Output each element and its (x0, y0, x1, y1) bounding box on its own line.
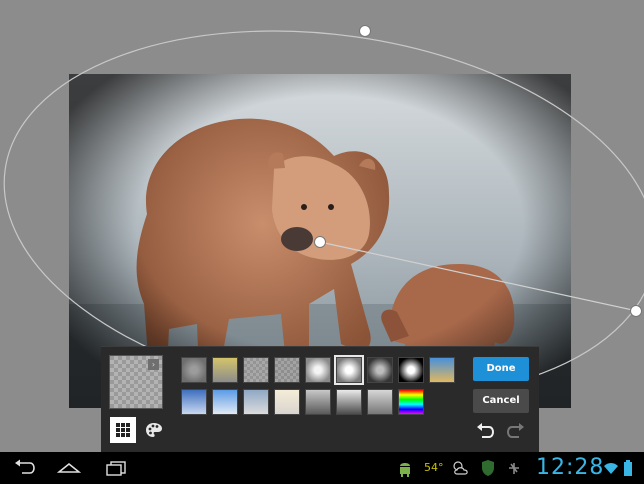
shield-icon (482, 460, 494, 476)
palette-icon (146, 423, 162, 437)
presets-tab[interactable] (110, 417, 136, 443)
cancel-button[interactable]: Cancel (473, 389, 529, 413)
back-icon[interactable] (12, 458, 36, 478)
preset-swatch-blue-fade[interactable] (181, 389, 207, 415)
clock: 12:28 (536, 455, 605, 480)
vignette-preview[interactable]: › (109, 355, 163, 409)
redo-icon[interactable] (506, 421, 526, 441)
wifi-icon (604, 463, 618, 474)
ellipse-right-handle[interactable] (630, 305, 642, 317)
preset-swatch-radial-white-selected[interactable] (334, 355, 364, 385)
preset-swatch-light-blue-fade[interactable] (212, 389, 238, 415)
preset-swatch-vignette-soft[interactable] (181, 357, 207, 383)
preset-swatch-radial-black[interactable] (398, 357, 424, 383)
vignette-editor-panel: › Done Cancel (101, 346, 539, 452)
center-handle[interactable] (314, 236, 326, 248)
preset-swatch-cream-fade[interactable] (274, 389, 300, 415)
preset-swatch-gray-dark-band[interactable] (336, 389, 362, 415)
android-icon (400, 463, 410, 477)
preset-swatch-checker-mid[interactable] (274, 357, 300, 383)
preset-swatch-radial-white-soft[interactable] (305, 357, 331, 383)
home-icon[interactable] (57, 458, 81, 478)
preset-swatch-sky-sand[interactable] (429, 357, 455, 383)
grid-icon (116, 423, 130, 437)
preset-swatch-gray-band[interactable] (305, 389, 331, 415)
battery-icon (624, 460, 632, 476)
system-bar: 54° 12:28 (0, 452, 644, 484)
preset-swatch-warm-gold[interactable] (212, 357, 238, 383)
undo-icon[interactable] (475, 421, 495, 441)
ellipse-top-handle[interactable] (359, 25, 371, 37)
preset-swatch-radial-dark[interactable] (367, 357, 393, 383)
preset-swatch-gray-soft-band[interactable] (367, 389, 393, 415)
color-tab[interactable] (141, 417, 167, 443)
recent-apps-icon[interactable] (104, 458, 128, 478)
temperature-readout: 54° (424, 461, 444, 474)
preview-expand-icon[interactable]: › (148, 359, 159, 370)
preset-swatch-checker-light[interactable] (243, 357, 269, 383)
preset-swatch-steel-fade[interactable] (243, 389, 269, 415)
preset-swatch-rainbow[interactable] (398, 389, 424, 415)
usb-icon (509, 463, 519, 474)
weather-icon (453, 461, 468, 475)
done-button[interactable]: Done (473, 357, 529, 381)
